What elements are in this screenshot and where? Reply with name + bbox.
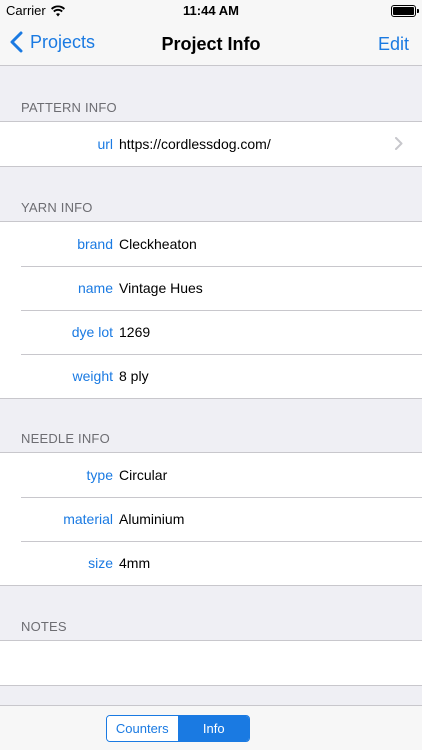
- section-header-pattern: PATTERN INFO: [21, 100, 117, 115]
- page-title: Project Info: [161, 34, 261, 54]
- notes-group: [0, 640, 422, 686]
- section-header-needle: NEEDLE INFO: [21, 431, 110, 446]
- yarn-info-group: brand Cleckheaton name Vintage Hues dye …: [0, 221, 422, 399]
- table-row-material[interactable]: material Aluminium: [0, 497, 422, 541]
- row-label: size: [88, 555, 113, 571]
- battery-icon: [391, 5, 419, 17]
- needle-info-group: type Circular material Aluminium size 4m…: [0, 452, 422, 586]
- row-label: dye lot: [71, 324, 113, 340]
- row-value: Circular: [119, 467, 168, 483]
- status-time: 11:44 AM: [183, 3, 239, 18]
- row-label: brand: [77, 236, 113, 252]
- notes-field[interactable]: [0, 641, 422, 685]
- status-bar: Carrier 11:44 AM: [0, 0, 422, 22]
- table-row-dye-lot[interactable]: dye lot 1269: [0, 310, 422, 354]
- table-row-name[interactable]: name Vintage Hues: [0, 266, 422, 310]
- row-label: name: [77, 280, 113, 296]
- section-header-yarn: YARN INFO: [21, 200, 93, 215]
- row-label: url: [97, 136, 113, 152]
- row-label: material: [63, 511, 113, 527]
- row-value: 4mm: [119, 555, 151, 571]
- counters-segment[interactable]: Counters: [107, 716, 178, 741]
- info-segment[interactable]: Info: [177, 716, 249, 741]
- row-label: weight: [72, 368, 113, 384]
- row-value: Cleckheaton: [119, 236, 197, 252]
- view-segmented-control: Counters Info: [106, 715, 250, 742]
- row-value: 1269: [119, 324, 151, 340]
- pattern-info-group: url https://cordlessdog.com/: [0, 121, 422, 167]
- edit-button[interactable]: Edit: [378, 34, 409, 55]
- bottom-toolbar: Counters Info: [0, 705, 422, 750]
- table-row-weight[interactable]: weight 8 ply: [0, 354, 422, 398]
- table-row-type[interactable]: type Circular: [0, 453, 422, 497]
- row-value: Aluminium: [119, 511, 185, 527]
- section-header-notes: NOTES: [21, 619, 67, 634]
- table-row-size[interactable]: size 4mm: [0, 541, 422, 585]
- row-value: https://cordlessdog.com/: [119, 136, 271, 152]
- table-row-brand[interactable]: brand Cleckheaton: [0, 222, 422, 266]
- row-value: Vintage Hues: [119, 280, 203, 296]
- table-row-url[interactable]: url https://cordlessdog.com/: [0, 122, 422, 166]
- navigation-bar: Projects Project Info Edit: [0, 22, 422, 66]
- row-label: type: [86, 467, 113, 483]
- chevron-right-icon: [395, 137, 403, 150]
- row-value: 8 ply: [119, 368, 149, 384]
